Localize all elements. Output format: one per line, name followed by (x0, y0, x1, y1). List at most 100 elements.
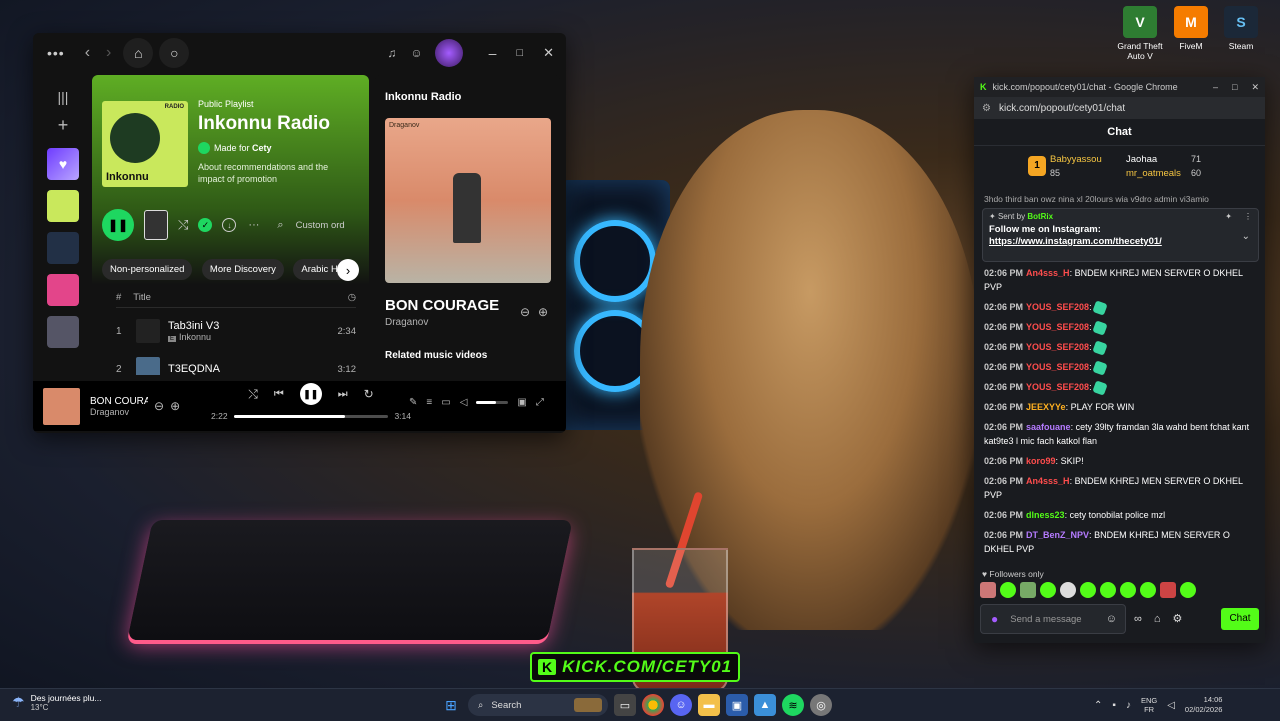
chat-message[interactable]: 02:06 PM saafouane: cety 39lty framdan 3l… (974, 417, 1265, 451)
leader-name[interactable]: mr_oatmeals (1126, 168, 1181, 179)
search-box[interactable]: ⌕ Search (468, 694, 608, 716)
made-for-user[interactable]: Cety (252, 143, 272, 153)
volume-slider[interactable] (476, 401, 509, 404)
spotify-icon[interactable]: ≋ (782, 694, 804, 716)
pinned-message[interactable]: ✦ Sent by BotRix ✦ ⋮ Follow me on Instag… (982, 208, 1259, 262)
chat-message[interactable]: 02:06 PM JEEXYYe: PLAY FOR WIN (974, 397, 1265, 417)
saved-icon[interactable]: ✓ (198, 218, 213, 232)
queue-icon[interactable]: ≡ (426, 397, 432, 408)
add-circle-icon[interactable]: ⊕ (538, 305, 548, 319)
weather-widget[interactable]: ☂ Des journées plu... 13°C (12, 693, 101, 712)
next-icon[interactable]: ⏭ (338, 388, 348, 401)
play-pause-button[interactable]: ❚❚ (102, 209, 134, 241)
back-icon[interactable]: ‹ (85, 44, 90, 62)
task-view-icon[interactable]: ▭ (614, 694, 636, 716)
track-artist[interactable]: Inkonnu (179, 332, 211, 342)
microphone-icon[interactable]: ♪ (1126, 700, 1131, 711)
more-icon[interactable]: ⋮ (1244, 212, 1252, 221)
chat-message[interactable]: 02:06 PM YOUS_SEF208: (974, 317, 1265, 337)
message-input[interactable]: ● Send a message ☺ (980, 604, 1126, 634)
maximize-icon[interactable]: □ (1232, 82, 1237, 92)
clock[interactable]: 14:06 02/02/2026 (1185, 695, 1223, 715)
shuffle-icon[interactable]: ⤭ (178, 217, 188, 233)
chat-message[interactable]: 02:06 PM YOUS_SEF208: (974, 357, 1265, 377)
discord-icon[interactable]: ☺ (670, 694, 692, 716)
emote-icon[interactable] (1020, 582, 1036, 598)
home-button[interactable]: ⌂ (123, 38, 154, 68)
message-username[interactable]: YOUS_SEF208 (1026, 342, 1089, 352)
message-username[interactable]: koro99 (1026, 456, 1056, 466)
close-icon[interactable]: ✕ (543, 45, 554, 61)
library-item[interactable] (47, 274, 79, 306)
message-username[interactable]: YOUS_SEF208 (1026, 382, 1089, 392)
message-username[interactable]: YOUS_SEF208 (1026, 362, 1089, 372)
address-bar[interactable]: ⚙ kick.com/popout/cety01/chat (974, 97, 1265, 119)
fullscreen-icon[interactable]: ⤢ (536, 397, 544, 408)
chat-message[interactable]: 02:06 PM An4sss_H: BNDEM KHREJ MEN SERVER… (974, 471, 1265, 505)
add-icon[interactable]: + (39, 115, 87, 136)
message-username[interactable]: An4sss_H (1026, 476, 1070, 486)
miniplayer-icon[interactable]: ▣ (517, 397, 526, 408)
friends-icon[interactable]: ☺ (410, 46, 422, 60)
library-item[interactable] (47, 232, 79, 264)
url-text[interactable]: kick.com/popout/cety01/chat (999, 103, 1125, 114)
chat-message[interactable]: 02:06 PM dlness23: cety tonobilat police … (974, 505, 1265, 525)
file-explorer-icon[interactable]: ▬ (698, 694, 720, 716)
chat-message[interactable]: 02:06 PM DT_BenZ_NPV: BNDEM KHREJ MEN SER… (974, 525, 1265, 559)
language-indicator[interactable]: ENG FR (1141, 696, 1157, 714)
download-icon[interactable]: ↓ (222, 218, 237, 232)
minimize-icon[interactable]: – (489, 45, 497, 61)
emote-icon[interactable] (1080, 582, 1096, 598)
bell-icon[interactable]: ♫ (387, 46, 396, 60)
chat-message[interactable]: 02:06 PM YOUS_SEF208: (974, 337, 1265, 357)
close-icon[interactable]: ✕ (1251, 82, 1259, 93)
track-title[interactable]: T3EQDNA (168, 363, 220, 375)
library-item[interactable] (47, 190, 79, 222)
shuffle-icon[interactable]: ⤭ (248, 387, 258, 402)
forward-icon[interactable]: › (106, 44, 111, 62)
chrome-icon[interactable] (642, 694, 664, 716)
chat-message[interactable]: 02:06 PM An4sss_H: BNDEM KHREJ MEN SERVER… (974, 263, 1265, 297)
library-item[interactable] (47, 316, 79, 348)
lyrics-icon[interactable]: ✎ (409, 397, 417, 408)
now-panel-artist[interactable]: Draganov (385, 317, 428, 328)
chevron-down-icon[interactable]: ⌄ (1242, 231, 1250, 242)
start-icon[interactable]: ⊞ (440, 694, 462, 716)
desktop-icon-fivem[interactable]: M FiveM (1163, 6, 1219, 51)
leader-name[interactable]: Babyyassou (1050, 154, 1102, 165)
player-artist[interactable]: Draganov (90, 407, 148, 417)
emote-icon[interactable] (980, 582, 996, 598)
progress-bar[interactable] (233, 414, 389, 418)
emote-icon[interactable] (1160, 582, 1176, 598)
avatar[interactable] (434, 39, 463, 67)
pinned-link[interactable]: https://www.instagram.com/thecety01/ (983, 235, 1258, 248)
more-icon[interactable]: ••• (47, 45, 65, 61)
table-row[interactable]: 1 Tab3ini V3 E Inkonnu 2:34 (116, 319, 356, 343)
emote-icon[interactable] (1060, 582, 1076, 598)
liked-songs-icon[interactable]: ♥ (47, 148, 79, 180)
volume-icon[interactable]: ◁ (460, 397, 468, 408)
maximize-icon[interactable]: □ (516, 47, 523, 59)
emote-icon[interactable] (1100, 582, 1116, 598)
message-username[interactable]: JEEXYYe (1026, 402, 1066, 412)
chat-message[interactable]: 02:06 PM YOUS_SEF208: (974, 377, 1265, 397)
emote-icon[interactable] (1120, 582, 1136, 598)
emote-icon[interactable] (1140, 582, 1156, 598)
message-username[interactable]: YOUS_SEF208 (1026, 322, 1089, 332)
device-icon[interactable]: ▭ (441, 397, 450, 408)
chat-message[interactable]: 02:06 PM koro99: SKIP! (974, 451, 1265, 471)
tray-app-icon[interactable]: ▪ (1112, 700, 1116, 711)
send-chat-button[interactable]: Chat (1221, 608, 1259, 630)
filter-pill[interactable]: More Discovery (201, 259, 284, 280)
filter-pill[interactable]: Non-personalized (102, 259, 193, 280)
player-art[interactable] (43, 387, 80, 425)
player-title[interactable]: BON COURAG (90, 396, 148, 407)
search-button[interactable]: ○ (159, 38, 190, 68)
app-icon[interactable]: ▣ (726, 694, 748, 716)
volume-icon[interactable]: ◁ (1167, 700, 1175, 711)
message-username[interactable]: saafouane (1026, 422, 1071, 432)
unpin-icon[interactable]: ✦ (1225, 212, 1232, 221)
desktop-icon-gta[interactable]: V Grand Theft Auto V (1112, 6, 1168, 61)
message-username[interactable]: DT_BenZ_NPV (1026, 530, 1089, 540)
points-icon[interactable]: ∞ (1134, 613, 1142, 625)
